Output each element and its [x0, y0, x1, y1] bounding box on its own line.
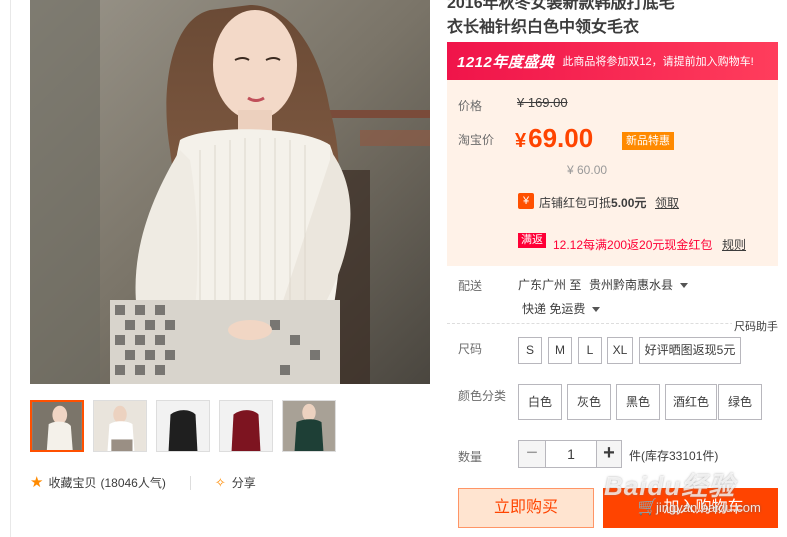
ship-from: 广东广州 至: [518, 278, 582, 292]
stock-info: 件(库存33101件): [629, 449, 719, 463]
product-title-line1: 2016年秋冬女装新款韩版打底毛: [447, 0, 675, 12]
price-label: 价格: [458, 99, 483, 113]
sub-price: ¥ 60.00: [567, 163, 608, 177]
left-divider: [10, 0, 11, 537]
promo-banner[interactable]: 1212年度盛典 此商品将参加双12，请提前加入购物车!: [447, 42, 778, 80]
size-helper-link[interactable]: 尺码助手: [732, 318, 778, 334]
color-label: 颜色分类: [458, 389, 507, 403]
color-option-black[interactable]: 黑色: [616, 384, 660, 420]
thumbnail-3[interactable]: [156, 400, 210, 452]
ship-to-dropdown[interactable]: 贵州黔南惠水县: [589, 276, 689, 293]
shipping-label: 配送: [458, 279, 483, 293]
color-option-white[interactable]: 白色: [518, 384, 562, 420]
divider: [189, 475, 191, 490]
thumbnail-5[interactable]: [282, 400, 336, 452]
coupon-prefix: 店铺红包可抵: [539, 196, 612, 210]
product-title: 2016年秋冬女装新款韩版打底毛 衣长袖针织白色中领女毛衣: [447, 0, 777, 40]
thumbnail-2[interactable]: [93, 400, 147, 452]
cart-icon: 🛒: [637, 499, 658, 516]
product-title-line2: 衣长袖针织白色中领女毛衣: [447, 19, 640, 36]
claim-coupon-link[interactable]: 领取: [655, 194, 679, 211]
color-option-gray[interactable]: 灰色: [567, 384, 611, 420]
price-panel: [447, 80, 778, 184]
size-option-review-cashback[interactable]: 好评晒图返现5元: [639, 337, 741, 364]
shipping-method-dropdown[interactable]: 快递 免运费: [522, 300, 601, 317]
thumbnail-4[interactable]: [219, 400, 273, 452]
shipping-method-value: 快递 免运费: [522, 302, 586, 316]
banner-promo-text: 此商品将参加双12，请提前加入购物车!: [562, 56, 754, 68]
coupon-text: 店铺红包可抵5.00元: [539, 194, 646, 211]
banner-logo: 1212年度盛典: [457, 53, 555, 71]
quantity-label: 数量: [458, 450, 483, 464]
favorites-row: ★ 收藏宝贝 (18046人气) ✧ 分享: [30, 474, 256, 491]
buy-now-button[interactable]: 立即购买: [458, 488, 594, 528]
rebate-rules-link[interactable]: 规则: [722, 236, 746, 253]
size-option-xl[interactable]: XL: [607, 337, 633, 364]
thumbnail-strip: [30, 400, 336, 452]
ship-to-value: 贵州黔南惠水县: [589, 278, 674, 292]
currency-symbol: ¥: [515, 130, 527, 152]
taobao-price-label: 淘宝价: [458, 133, 495, 147]
main-product-image[interactable]: [30, 0, 430, 384]
size-option-l[interactable]: L: [578, 337, 602, 364]
favorite-label[interactable]: 收藏宝贝: [48, 474, 96, 491]
new-product-badge: 新品特惠: [622, 132, 674, 150]
size-option-s[interactable]: S: [518, 337, 542, 364]
share-icon[interactable]: ✧: [215, 475, 226, 491]
section-divider: [447, 323, 778, 324]
rebate-text: 12.12每满200返20元现金红包: [553, 238, 713, 252]
chevron-down-icon: [592, 307, 601, 313]
star-icon[interactable]: ★: [30, 474, 43, 491]
add-to-cart-label: 加入购物车: [663, 499, 744, 516]
coupon-amount: 5.00元: [611, 196, 647, 210]
chevron-down-icon: [680, 283, 689, 289]
size-option-m[interactable]: M: [548, 337, 572, 364]
rebate-tag: 满返: [518, 233, 546, 248]
thumbnail-1[interactable]: [30, 400, 84, 452]
original-price: ¥ 169.00: [517, 95, 568, 110]
quantity-input[interactable]: 1: [546, 440, 596, 468]
quantity-increase-button[interactable]: +: [596, 440, 622, 468]
quantity-decrease-button[interactable]: −: [518, 440, 546, 468]
sale-price: ¥69.00: [515, 123, 593, 154]
red-packet-icon: ¥: [518, 193, 534, 209]
add-to-cart-button[interactable]: 🛒 加入购物车: [603, 488, 778, 528]
size-label: 尺码: [458, 342, 483, 356]
favorite-count: (18046人气): [100, 476, 166, 490]
share-label[interactable]: 分享: [232, 474, 256, 491]
sale-price-value: 69.00: [528, 123, 594, 153]
color-option-wine-red[interactable]: 酒红色: [665, 384, 717, 420]
color-option-green[interactable]: 绿色: [718, 384, 762, 420]
